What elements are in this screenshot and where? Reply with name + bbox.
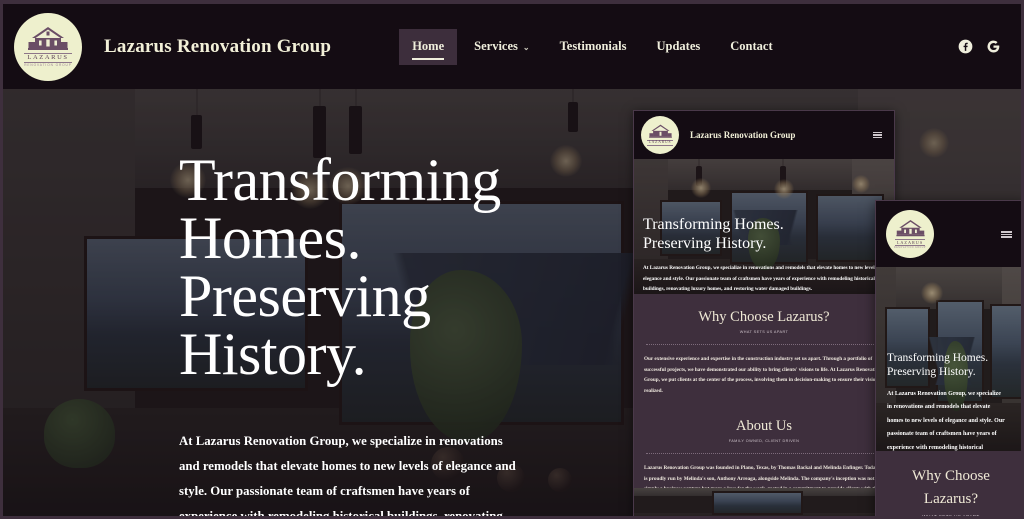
house-icon (895, 219, 925, 236)
nav-item-testimonials[interactable]: Testimonials (547, 29, 640, 65)
mobile-hero-heading-line-2: Preserving History. (887, 366, 976, 378)
page-root: LAZARUS RENOVATION GROUP Lazarus Renovat… (0, 0, 1024, 519)
divider (646, 344, 882, 345)
section-body: Our extensive experience and expertise i… (644, 356, 884, 394)
nav-label: Testimonials (559, 38, 627, 53)
hero-heading-line-4: History. (179, 321, 367, 387)
tablet-hero-heading-line-2: Preserving History. (643, 235, 767, 252)
section-title: About Us (736, 418, 792, 434)
nav-label: Contact (730, 38, 773, 53)
nav-item-contact[interactable]: Contact (717, 29, 785, 65)
tablet-hero-paragraph: At Lazarus Renovation Group, we speciali… (643, 265, 883, 292)
tablet-preview-panel[interactable]: LAZARUS Lazarus Renovation Group Transfo… (633, 110, 895, 516)
facebook-icon[interactable] (958, 39, 973, 54)
social-links (958, 39, 1001, 54)
google-icon[interactable] (986, 39, 1001, 54)
logo-link[interactable]: LAZARUS RENOVATION GROUP (14, 12, 82, 81)
brand-name: Lazarus Renovation Group (690, 130, 796, 140)
mobile-hero-paragraph: At Lazarus Renovation Group, we speciali… (887, 391, 1005, 451)
brand-logo: LAZARUS (641, 116, 679, 154)
hero-paragraph: At Lazarus Renovation Group, we speciali… (179, 434, 516, 519)
section-title-line-1: Why Choose (912, 468, 990, 484)
logo-wordmark: LAZARUS (894, 239, 926, 247)
mobile-why-choose-section: Why Choose Lazarus? WHAT SETS US APART (876, 451, 1021, 519)
nav-item-services[interactable]: Services ⌄ (461, 29, 542, 65)
hamburger-menu-icon[interactable] (1001, 231, 1012, 238)
tablet-preview-hero: Transforming Homes. Preserving History. … (634, 159, 894, 294)
hero-heading: Transforming Homes. Preserving History. (179, 147, 609, 387)
nav-item-updates[interactable]: Updates (644, 29, 714, 65)
divider (646, 453, 882, 454)
hamburger-menu-icon[interactable] (873, 132, 882, 138)
section-title: Why Choose Lazarus? (698, 309, 830, 325)
tablet-footer-photo (634, 488, 894, 516)
section-subtitle: WHAT SETS US APART (739, 330, 789, 334)
house-icon (648, 124, 672, 138)
hero-heading-line-2: Homes. (179, 205, 361, 271)
mobile-preview-hero: Transforming Homes. Preserving History. … (876, 267, 1021, 451)
logo-subtext: RENOVATION GROUP (24, 63, 72, 68)
nav-label: Services (474, 38, 518, 53)
logo-wordmark: LAZARUS (646, 139, 674, 147)
chevron-down-icon: ⌄ (522, 42, 530, 52)
nav-item-home[interactable]: Home (399, 28, 458, 65)
nav-label: Home (412, 38, 445, 53)
tablet-why-choose-section: Why Choose Lazarus? WHAT SETS US APART O… (634, 294, 894, 408)
hero-content: Transforming Homes. Preserving History. … (179, 147, 609, 519)
tablet-preview-header: LAZARUS Lazarus Renovation Group (634, 111, 894, 159)
site-header: LAZARUS RENOVATION GROUP Lazarus Renovat… (3, 4, 1021, 89)
section-subtitle: WHAT SETS US APART (922, 514, 980, 519)
hero-heading-line-3: Preserving (179, 263, 431, 329)
mobile-hero-heading-line-1: Transforming Homes. (887, 352, 989, 364)
mobile-preview-panel[interactable]: LAZARUS RENOVATION GROUP Transforming Ho… (875, 200, 1021, 519)
section-subtitle: FAMILY OWNED, CLIENT DRIVEN (728, 439, 800, 443)
brand-logo: LAZARUS RENOVATION GROUP (14, 12, 82, 81)
brand-name: Lazarus Renovation Group (104, 35, 332, 57)
mobile-preview-header: LAZARUS RENOVATION GROUP (876, 201, 1021, 267)
house-icon (28, 26, 68, 50)
logo-subtext: RENOVATION GROUP (894, 247, 926, 250)
tablet-hero-heading-line-1: Transforming Homes. (643, 216, 784, 233)
hero-heading-line-1: Transforming (179, 147, 501, 213)
nav-label: Updates (656, 38, 701, 53)
main-navigation: Home Services ⌄ Testimonials Updates Con… (399, 28, 785, 65)
brand-logo: LAZARUS RENOVATION GROUP (886, 210, 934, 258)
logo-wordmark: LAZARUS (24, 52, 72, 63)
section-title-line-2: Lazarus? (923, 491, 979, 507)
